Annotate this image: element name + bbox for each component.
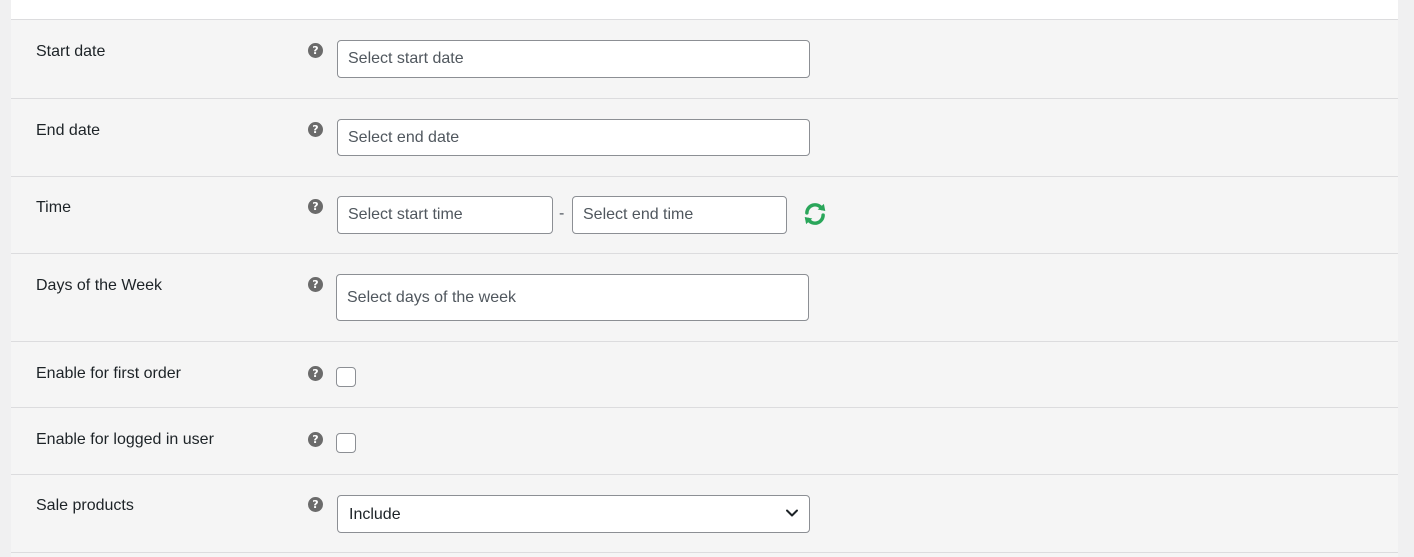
- end-date-label: End date: [36, 122, 101, 139]
- page-scrollbar[interactable]: [1398, 0, 1414, 557]
- row-start-date: Start date ?: [11, 20, 1398, 99]
- start-date-input[interactable]: [337, 40, 810, 78]
- sale-products-label: Sale products: [36, 497, 134, 514]
- first-order-checkbox[interactable]: [336, 367, 356, 387]
- row-first-order: Enable for first order ?: [11, 342, 1398, 408]
- help-icon[interactable]: ?: [308, 43, 323, 58]
- start-date-label: Start date: [36, 43, 106, 60]
- logged-in-user-checkbox[interactable]: [336, 433, 356, 453]
- start-time-input[interactable]: [337, 196, 553, 234]
- help-icon[interactable]: ?: [308, 366, 323, 381]
- first-order-label: Enable for first order: [36, 365, 181, 382]
- row-logged-in-user: Enable for logged in user ?: [11, 408, 1398, 475]
- time-separator: -: [559, 205, 565, 222]
- help-icon[interactable]: ?: [308, 277, 323, 292]
- days-of-week-input[interactable]: [336, 274, 809, 321]
- settings-panel: Start date ? End date ? Time ? - Days of…: [11, 0, 1398, 557]
- help-icon[interactable]: ?: [308, 432, 323, 447]
- sale-products-select[interactable]: Include: [337, 495, 810, 533]
- help-icon[interactable]: ?: [308, 199, 323, 214]
- refresh-icon[interactable]: [802, 201, 828, 227]
- row-days-of-week: Days of the Week ?: [11, 254, 1398, 342]
- days-of-week-label: Days of the Week: [36, 277, 162, 294]
- row-end-date: End date ?: [11, 99, 1398, 177]
- row-time: Time ? -: [11, 177, 1398, 254]
- chevron-down-icon: [786, 509, 798, 517]
- help-icon[interactable]: ?: [308, 122, 323, 137]
- end-date-input[interactable]: [337, 119, 810, 156]
- sale-products-selected-value: Include: [349, 506, 401, 523]
- time-label: Time: [36, 199, 71, 216]
- end-time-input[interactable]: [572, 196, 787, 234]
- logged-in-user-label: Enable for logged in user: [36, 431, 214, 448]
- panel-top-strip: [11, 0, 1398, 20]
- row-sale-products: Sale products ? Include: [11, 475, 1398, 553]
- help-icon[interactable]: ?: [308, 497, 323, 512]
